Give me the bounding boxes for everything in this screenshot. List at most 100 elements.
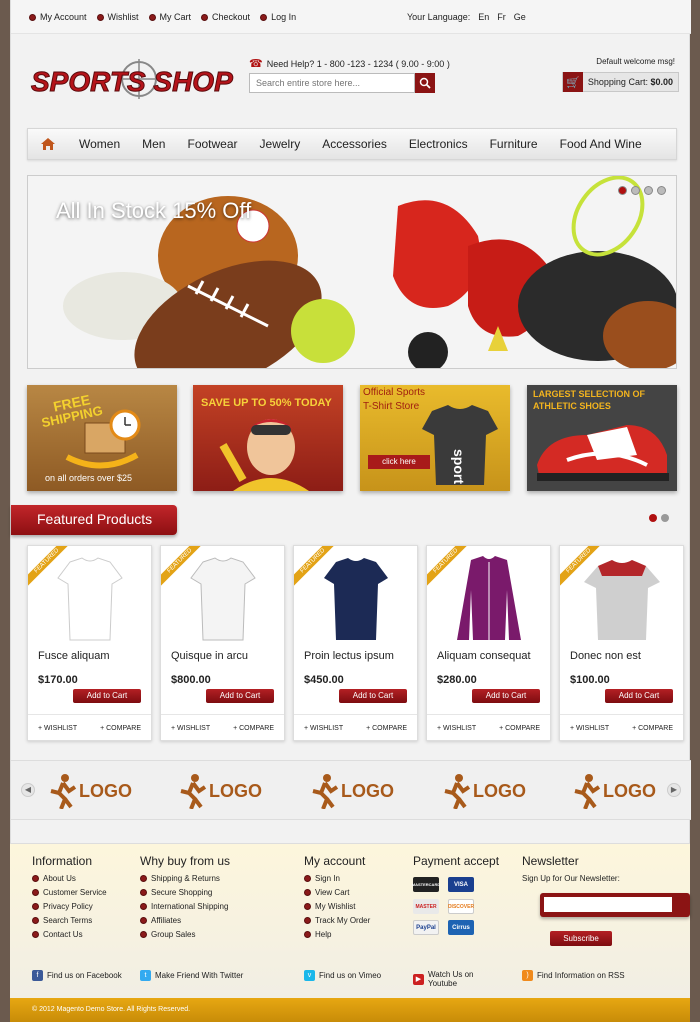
add-to-cart-button[interactable]: Add to Cart — [472, 689, 540, 703]
brand-logo[interactable]: LOGO — [311, 773, 394, 809]
cart-icon: 🛒 — [562, 72, 583, 92]
add-to-wishlist-link[interactable]: + WISHLIST — [38, 725, 77, 732]
footer-link-group-sales[interactable]: Group Sales — [140, 930, 230, 939]
language-en[interactable]: En — [478, 12, 489, 22]
search-input[interactable] — [249, 73, 415, 93]
product-name[interactable]: Quisque in arcu — [171, 650, 248, 662]
store-logo[interactable]: SPORTS SHOP — [27, 53, 237, 113]
nav-women[interactable]: Women — [68, 137, 131, 151]
save-banner[interactable]: SAVE UP TO 50% TODAY — [193, 385, 343, 491]
footer-link-secure-shopping[interactable]: Secure Shopping — [140, 888, 230, 897]
free-shipping-banner[interactable]: FREE SHIPPING on all orders over $25 — [27, 385, 177, 491]
my-cart-link[interactable]: My Cart — [148, 12, 191, 22]
add-to-wishlist-link[interactable]: + WISHLIST — [437, 725, 476, 732]
nav-electronics[interactable]: Electronics — [398, 137, 479, 151]
footer-link-contact-us[interactable]: Contact Us — [32, 930, 107, 939]
footer-link-about-us[interactable]: About Us — [32, 874, 107, 883]
runner-icon — [574, 774, 601, 809]
nav-men[interactable]: Men — [131, 137, 176, 151]
nav-food-and-wine[interactable]: Food And Wine — [549, 137, 653, 151]
home-button[interactable] — [28, 129, 68, 159]
shopping-cart-button[interactable]: 🛒 Shopping Cart: $0.00 — [561, 72, 679, 92]
jacket-image[interactable] — [449, 554, 529, 644]
twitter-link[interactable]: t Make Friend With Twitter — [140, 970, 243, 981]
shirt-image[interactable] — [183, 554, 263, 644]
footer-link-sign-in[interactable]: Sign In — [304, 874, 370, 883]
footer-link-help[interactable]: Help — [304, 930, 370, 939]
product-name[interactable]: Aliquam consequat — [437, 650, 531, 662]
bullet-icon — [32, 931, 39, 938]
bullet-icon — [304, 889, 311, 896]
slider-dot-3[interactable] — [644, 186, 653, 195]
newsletter-email-input[interactable] — [544, 897, 672, 912]
brand-logo[interactable]: LOGO — [179, 773, 262, 809]
slider-dot-1[interactable] — [618, 186, 627, 195]
footer-link-view-cart[interactable]: View Cart — [304, 888, 370, 897]
brand-logo[interactable]: LOGO — [49, 773, 132, 809]
nav-accessories[interactable]: Accessories — [311, 137, 398, 151]
search-button[interactable] — [415, 73, 435, 93]
add-to-compare-link[interactable]: + COMPARE — [632, 725, 673, 732]
rss-icon: ) — [522, 970, 533, 981]
brand-logo[interactable]: LOGO — [573, 773, 656, 809]
product-name[interactable]: Proin lectus ipsum — [304, 650, 394, 662]
nav-footwear[interactable]: Footwear — [176, 137, 248, 151]
bullet-icon — [304, 931, 311, 938]
my-account-link[interactable]: My Account — [29, 12, 87, 22]
language-ge[interactable]: Ge — [514, 12, 526, 22]
shirt-image[interactable] — [316, 554, 396, 644]
facebook-link[interactable]: f Find us on Facebook — [32, 970, 122, 981]
add-to-compare-link[interactable]: + COMPARE — [366, 725, 407, 732]
brand-logo[interactable]: LOGO — [443, 773, 526, 809]
featured-dot-2[interactable] — [661, 514, 669, 522]
athletic-shoes-banner[interactable]: LARGEST SELECTION OF ATHLETIC SHOES — [527, 385, 677, 491]
add-to-cart-button[interactable]: Add to Cart — [73, 689, 141, 703]
add-to-wishlist-link[interactable]: + WISHLIST — [171, 725, 210, 732]
add-to-compare-link[interactable]: + COMPARE — [100, 725, 141, 732]
footer-link-search-terms[interactable]: Search Terms — [32, 916, 107, 925]
click-here-button[interactable]: click here — [368, 455, 430, 469]
brand-next-button[interactable]: ▶ — [667, 783, 681, 797]
add-to-compare-link[interactable]: + COMPARE — [233, 725, 274, 732]
footer-link-my-wishlist[interactable]: My Wishlist — [304, 902, 370, 911]
featured-dot-1[interactable] — [649, 514, 657, 522]
shirt-image[interactable] — [582, 554, 662, 644]
checkout-link[interactable]: Checkout — [201, 12, 250, 22]
product-name[interactable]: Donec non est — [570, 650, 641, 662]
footer-link-shipping-returns[interactable]: Shipping & Returns — [140, 874, 230, 883]
vimeo-link[interactable]: v Find us on Vimeo — [304, 970, 381, 981]
product-name[interactable]: Fusce aliquam — [38, 650, 110, 662]
add-to-compare-link[interactable]: + COMPARE — [499, 725, 540, 732]
add-to-cart-button[interactable]: Add to Cart — [206, 689, 274, 703]
nav-jewelry[interactable]: Jewelry — [249, 137, 312, 151]
add-to-wishlist-link[interactable]: + WISHLIST — [304, 725, 343, 732]
slide-title: All In Stock 15% Off — [56, 198, 252, 223]
add-to-wishlist-link[interactable]: + WISHLIST — [570, 725, 609, 732]
footer-link-customer-service[interactable]: Customer Service — [32, 888, 107, 897]
language-fr[interactable]: Fr — [497, 12, 506, 22]
footer-link-privacy-policy[interactable]: Privacy Policy — [32, 902, 107, 911]
youtube-link[interactable]: ▶ Watch Us on Youtube — [413, 970, 483, 988]
discover-icon: DISCOVER — [448, 899, 474, 914]
rss-link[interactable]: ) Find Information on RSS — [522, 970, 625, 981]
shirt-image[interactable] — [50, 554, 130, 644]
hero-slider[interactable]: All In Stock 15% Off — [27, 175, 677, 369]
wishlist-link[interactable]: Wishlist — [96, 12, 139, 22]
footer-payment: Payment accept — [413, 854, 499, 874]
subscribe-button[interactable]: Subscribe — [550, 931, 612, 946]
bullet-icon — [32, 889, 39, 896]
vimeo-icon: v — [304, 970, 315, 981]
nav-furniture[interactable]: Furniture — [479, 137, 549, 151]
slider-dot-4[interactable] — [657, 186, 666, 195]
slider-dot-2[interactable] — [631, 186, 640, 195]
footer-heading: Payment accept — [413, 854, 500, 868]
footer-link-track-my-order[interactable]: Track My Order — [304, 916, 370, 925]
add-to-cart-button[interactable]: Add to Cart — [605, 689, 673, 703]
footer-link-international-shipping[interactable]: International Shipping — [140, 902, 230, 911]
footer-link-affiliates[interactable]: Affiliates — [140, 916, 230, 925]
product-card: FEATURED Proin lectus ipsum $450.00 Add … — [293, 545, 418, 741]
add-to-cart-button[interactable]: Add to Cart — [339, 689, 407, 703]
login-link[interactable]: Log In — [260, 12, 296, 22]
tshirt-store-banner[interactable]: sport Official Sports T-Shirt Store clic… — [360, 385, 510, 491]
brand-prev-button[interactable]: ◀ — [21, 783, 35, 797]
